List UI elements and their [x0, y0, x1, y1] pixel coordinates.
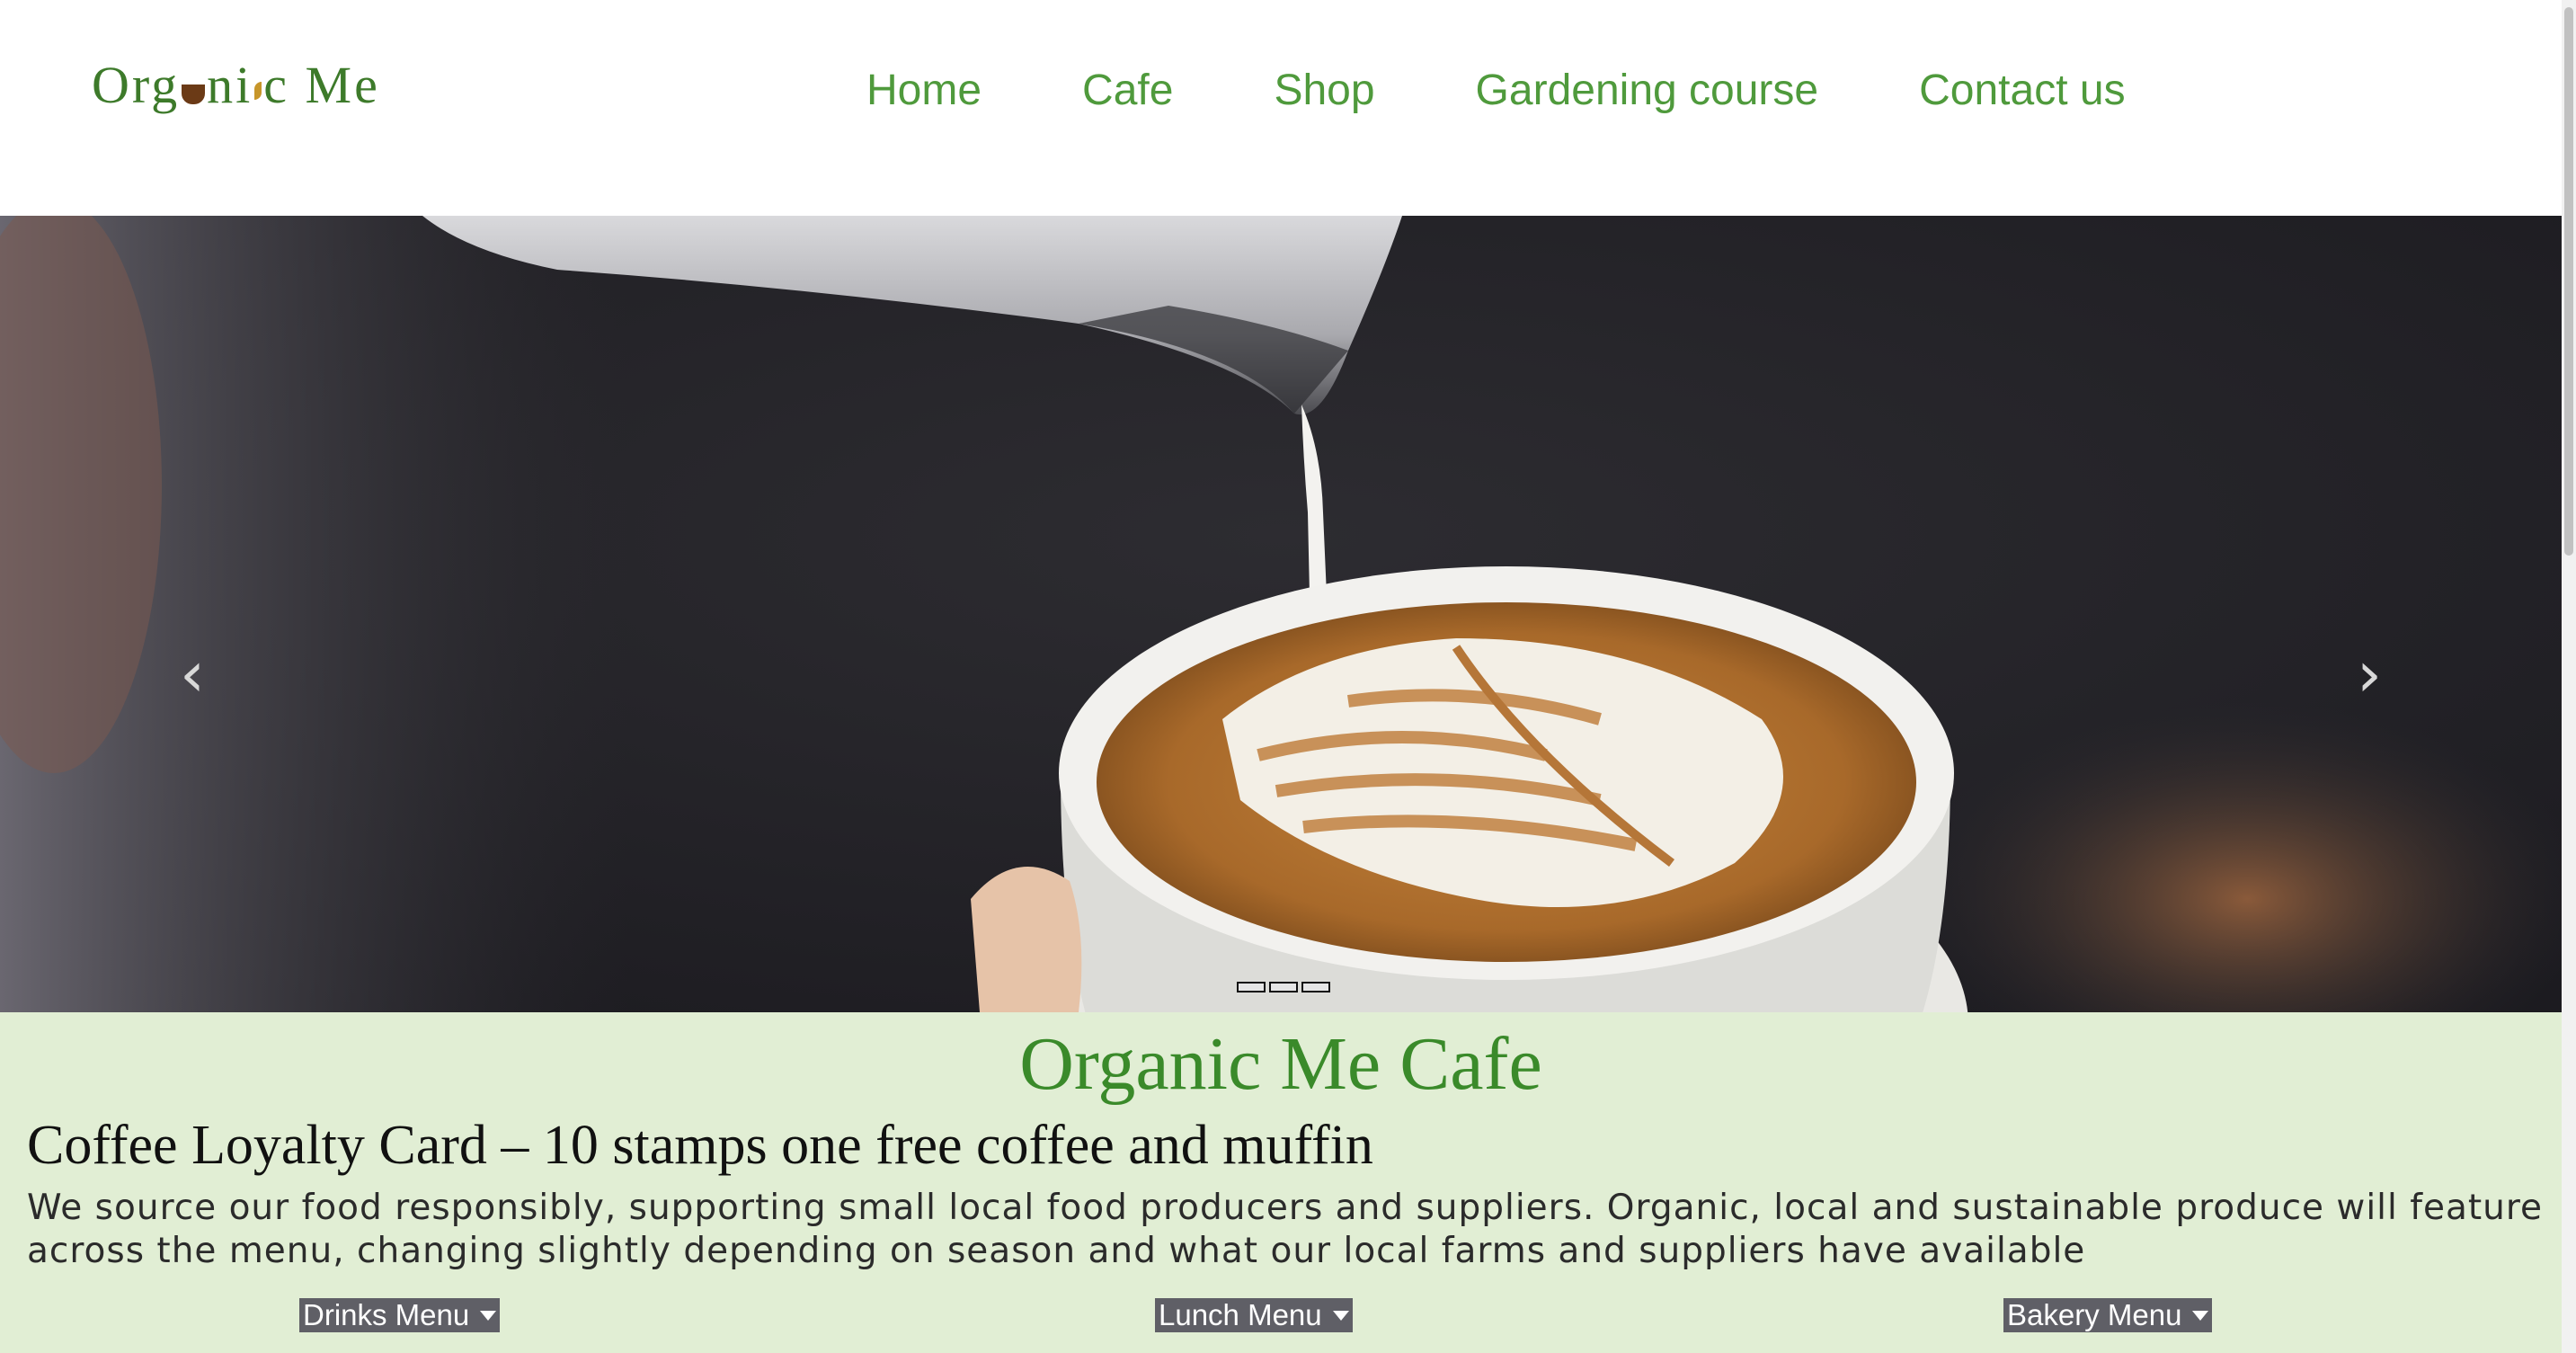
scrollbar-thumb[interactable]: [2564, 7, 2573, 556]
nav-shop[interactable]: Shop: [1274, 66, 1374, 115]
nav-home[interactable]: Home: [866, 66, 982, 115]
latte-art-image: [0, 216, 2562, 1012]
bakery-menu-button[interactable]: Bakery Menu: [2003, 1298, 2213, 1332]
lunch-menu-label: Lunch Menu: [1159, 1298, 1322, 1331]
carousel-indicator-2[interactable]: [1269, 982, 1298, 992]
carousel-indicator-1[interactable]: [1237, 982, 1266, 992]
page-scrollbar[interactable]: [2562, 0, 2576, 1353]
logo-text-part-2: ni: [207, 56, 253, 114]
hero-carousel: ‹ ›: [0, 216, 2562, 1012]
site-header: Org ni c Me Home Cafe Shop Gardening cours…: [0, 0, 2562, 216]
bakery-menu-label: Bakery Menu: [2007, 1298, 2182, 1331]
coffee-cup-icon: [182, 84, 206, 104]
nav-gardening-course[interactable]: Gardening course: [1476, 66, 1819, 115]
logo-text-part-1: Org: [92, 56, 181, 114]
caret-down-icon: [1332, 1310, 1349, 1321]
intro-paragraph: We source our food responsibly, supporti…: [27, 1188, 2544, 1271]
leaf-icon: [254, 81, 262, 100]
nav-cafe[interactable]: Cafe: [1082, 66, 1173, 115]
caret-down-icon: [2192, 1310, 2209, 1321]
carousel-next-button[interactable]: ›: [2342, 638, 2396, 710]
carousel-prev-button[interactable]: ‹: [165, 638, 219, 710]
drinks-menu-button[interactable]: Drinks Menu: [299, 1298, 501, 1332]
page-title: Organic Me Cafe: [1019, 1022, 1542, 1106]
carousel-indicators: [1237, 982, 1330, 992]
caret-down-icon: [480, 1310, 497, 1321]
loyalty-heading: Coffee Loyalty Card – 10 stamps one free…: [27, 1115, 1373, 1176]
cafe-intro-section: Organic Me Cafe Coffee Loyalty Card – 10…: [0, 1012, 2562, 1353]
logo-text-part-3: c Me: [263, 56, 380, 114]
chevron-right-icon: ›: [2357, 637, 2382, 711]
carousel-indicator-3[interactable]: [1301, 982, 1330, 992]
nav-contact-us[interactable]: Contact us: [1919, 66, 2125, 115]
chevron-left-icon: ‹: [180, 637, 205, 711]
site-logo[interactable]: Org ni c Me: [92, 54, 380, 117]
main-nav: Home Cafe Shop Gardening course Contact …: [866, 54, 2126, 126]
drinks-menu-label: Drinks Menu: [303, 1298, 470, 1331]
lunch-menu-button[interactable]: Lunch Menu: [1155, 1298, 1353, 1332]
